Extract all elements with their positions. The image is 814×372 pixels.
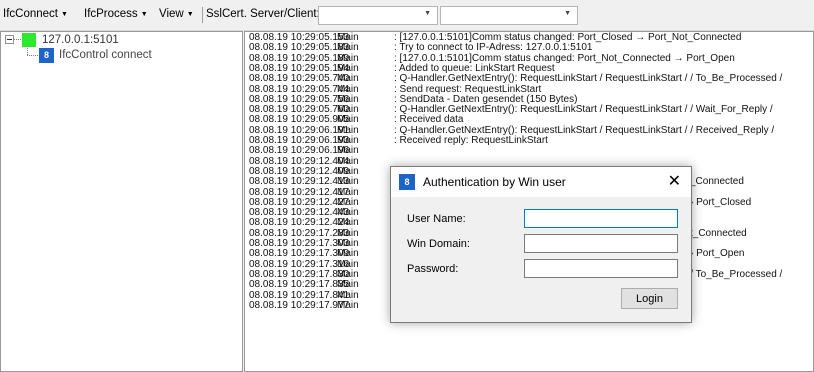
- tree-connector: [27, 46, 28, 55]
- log-timestamp: 08.08.19 10:29:05.183: [249, 42, 350, 54]
- close-icon[interactable]: ✕: [668, 171, 681, 191]
- log-timestamp: 08.08.19 10:29:12.413: [249, 176, 350, 188]
- password-input[interactable]: [524, 259, 678, 278]
- menu-view-label: View: [159, 8, 184, 20]
- menu-ifcprocess[interactable]: IfcProcess ▼: [84, 8, 148, 20]
- log-row: 08.08.19 10:29:12.413Main: [249, 177, 394, 187]
- log-timestamp: 08.08.19 10:29:17.977: [249, 299, 350, 311]
- user-name-label: User Name:: [407, 213, 466, 225]
- dialog-titlebar[interactable]: 8 Authentication by Win user ✕: [391, 167, 691, 197]
- log-timestamp: 08.08.19 10:29:12.424: [249, 217, 350, 229]
- toolbar: IfcConnect ▼ IfcProcess ▼ View ▼ SslCert. S…: [0, 0, 814, 31]
- log-timestamp: 08.08.19 10:29:05.905: [249, 114, 350, 126]
- tree-node-ifccontrol[interactable]: IfcControl connect: [59, 49, 152, 61]
- log-message-fragment: › Port_Closed: [690, 196, 752, 208]
- status-green-icon: [22, 33, 36, 47]
- log-row: 08.08.19 10:29:06.196Main: [249, 146, 394, 156]
- log-timestamp: 08.08.19 10:29:12.417: [249, 186, 350, 198]
- ifc-control-icon: 8: [39, 48, 54, 63]
- log-source: Main: [337, 83, 359, 95]
- log-message: : Received reply: RequestLinkStart: [394, 135, 548, 146]
- menu-ifcprocess-label: IfcProcess: [84, 8, 138, 20]
- log-source: Main: [337, 42, 359, 54]
- log-source: Main: [337, 186, 359, 198]
- log-timestamp: 08.08.19 10:29:17.841: [249, 289, 350, 301]
- menu-ifcconnect-label: IfcConnect: [3, 8, 58, 20]
- log-row: 08.08.19 10:29:17.309Main: [249, 249, 394, 259]
- log-source: Main: [337, 217, 359, 229]
- log-timestamp: 08.08.19 10:29:05.744: [249, 83, 350, 95]
- collapse-toggle-icon[interactable]: [5, 35, 14, 44]
- win-domain-input[interactable]: [524, 234, 678, 253]
- sslcert-combo-1[interactable]: ▼: [318, 6, 438, 25]
- chevron-down-icon: ▼: [564, 10, 571, 17]
- password-label: Password:: [407, 263, 459, 275]
- dropdown-arrow-icon: ▼: [140, 11, 148, 18]
- log-timestamp: 08.08.19 10:29:06.196: [249, 145, 350, 157]
- app-icon: 8: [399, 174, 415, 190]
- log-source: Main: [337, 145, 359, 157]
- sslcert-combo-2[interactable]: ▼: [440, 6, 578, 25]
- connection-tree: 127.0.0.1:5101 8 IfcControl connect: [0, 31, 243, 372]
- tree-connector: [27, 55, 38, 56]
- tree-node-host[interactable]: 127.0.0.1:5101: [42, 34, 119, 46]
- dropdown-arrow-icon: ▼: [60, 11, 68, 18]
- chevron-down-icon: ▼: [424, 10, 431, 17]
- auth-dialog: 8 Authentication by Win user ✕ User Name…: [390, 166, 692, 323]
- log-source: Main: [337, 176, 359, 188]
- log-message-fragment: t_Connected: [690, 227, 747, 239]
- login-button[interactable]: Login: [621, 288, 678, 309]
- menu-view[interactable]: View ▼: [159, 8, 194, 20]
- sslcert-label: SslCert. Server/Client:: [206, 8, 320, 20]
- dropdown-arrow-icon: ▼: [186, 11, 194, 18]
- log-timestamp: 08.08.19 10:29:05.740: [249, 73, 350, 85]
- log-message-fragment: › Port_Open: [690, 248, 745, 260]
- log-source: Main: [337, 114, 359, 126]
- win-domain-label: Win Domain:: [407, 238, 470, 250]
- menu-ifcconnect[interactable]: IfcConnect ▼: [3, 8, 68, 20]
- log-source: Main: [337, 248, 359, 260]
- log-source: Main: [337, 279, 359, 291]
- log-row: 08.08.19 10:29:12.417Main: [249, 186, 394, 198]
- tree-connector: [14, 39, 21, 40]
- dialog-title: Authentication by Win user: [423, 175, 566, 189]
- log-source: Main: [337, 289, 359, 301]
- log-row: 08.08.19 10:29:12.424Main: [249, 218, 394, 228]
- log-source: Main: [337, 299, 359, 311]
- log-source: Main: [337, 73, 359, 85]
- log-message-fragment: _Connected: [690, 176, 744, 188]
- log-timestamp: 08.08.19 10:29:17.309: [249, 248, 350, 260]
- toolbar-separator: [202, 7, 203, 23]
- log-timestamp: 08.08.19 10:29:17.835: [249, 279, 350, 291]
- user-name-input[interactable]: [524, 209, 678, 228]
